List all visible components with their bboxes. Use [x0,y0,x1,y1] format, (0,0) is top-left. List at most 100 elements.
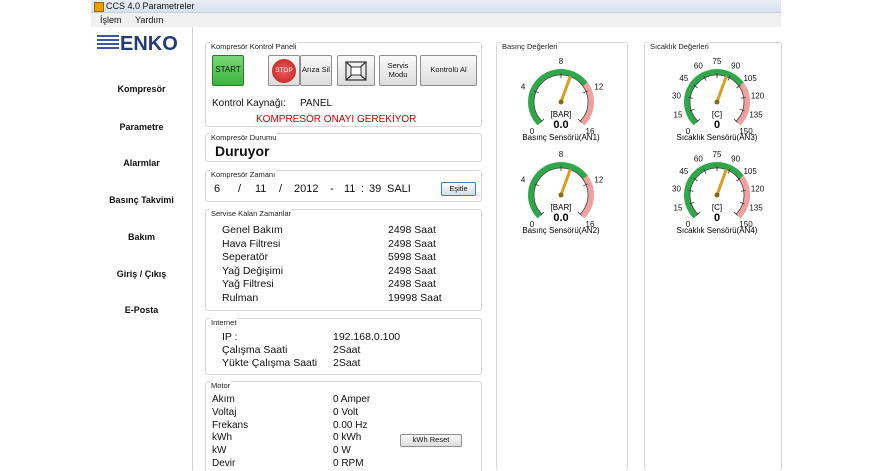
control-source-value: PANEL [300,98,333,109]
window-title: CCS 4.0 Parametreler [106,1,195,11]
time-hour: 11 [344,183,356,195]
take-control-button[interactable]: Kontrolü Al [420,55,477,86]
gauge-pivot [714,99,720,105]
gauge-sensor-label: Sıcaklık Sensörü(AN4) [677,226,758,235]
time-dash: - [330,183,334,195]
control-panel: Kompresör Kontrol Paneli START STOP Arız… [205,42,482,127]
time-sep1: / [238,183,242,195]
motor-panel: Motor Akım 0 Amper Voltaj 0 Volt Frekans 0.00… [205,381,482,471]
service-mode-button[interactable]: Servis Modu [379,55,417,86]
gauge-pivot [714,192,720,198]
internet-row-value: 2Saat [333,344,361,356]
fault-reset-button[interactable]: Arıza Sil [300,55,332,86]
gauge-value: 0 [714,212,720,224]
pressure-gauge-an1: 0481216[BAR]0.0Basınç Sensörü(AN1) [521,57,604,142]
sidebar-item-giris-cikis[interactable]: Giriş / Çıkış [91,269,192,279]
service-row-value: 19998 Saat [388,291,442,304]
motor-title: Motor [210,381,232,390]
gauge-tick-label: 120 [751,92,765,101]
sidebar-item-parametre[interactable]: Parametre [91,122,192,132]
service-row-name: Genel Bakım [222,224,283,236]
motor-row-value: 0 W [333,445,351,457]
gauge-tick-label: 60 [694,154,703,163]
time-weekday: SALI [387,183,411,195]
gauge-sensor-label: Basınç Sensörü(AN2) [522,226,600,235]
internet-row-value: 2Saat [333,357,361,369]
motor-row-value: 0 Amper [333,394,371,405]
sidebar-item-kompresor[interactable]: Kompresör [91,84,192,94]
gauge-tick-label: 45 [679,74,688,83]
time-panel: Kompresör Zamanı 6 / 11 / 2012 - 11 : 39… [205,170,482,202]
gauge-tick-label: 12 [594,82,603,91]
gauge-tick-label: 135 [749,111,763,120]
sidebar-item-e-posta[interactable]: E-Posta [91,305,192,315]
gauge-unit: [BAR] [551,203,572,212]
stop-button[interactable]: STOP [268,55,300,86]
stop-label: STOP [272,58,296,83]
service-row-name: Yağ Filtresi [222,278,274,290]
sidebar: ENKO Kompresör Parametre Alarmlar Basınç… [91,27,193,470]
service-times-panel: Servise Kalan Zamanlar Genel Bakım 2498 S… [205,209,482,311]
service-row-name: Hava Filtresi [222,237,281,250]
gauge-tick-label: 105 [743,167,757,176]
kwh-reset-button[interactable]: kWh Reset [400,434,462,447]
gauge-unit: [C] [712,110,722,119]
gauge-sensor-label: Basınç Sensörü(AN1) [522,133,600,142]
motor-row-name: Voltaj [212,406,237,418]
maintenance-icon [345,60,367,81]
sync-time-button[interactable]: Eşitle [441,182,476,196]
gauge-tick-label: 135 [749,204,763,213]
time-year: 2012 [294,183,319,195]
maintenance-icon-button[interactable] [337,55,375,86]
gauge-tick-label: 75 [713,150,722,159]
gauge-tick-label: 12 [594,175,603,184]
menu-bar: İşlem Yardım [91,13,781,27]
sidebar-item-basinc-takvimi[interactable]: Basınç Takvimi [91,195,192,205]
service-row-value: 2498 Saat [388,278,436,290]
sidebar-item-alarmlar[interactable]: Alarmlar [91,158,192,168]
internet-panel: Internet IP : 192.168.0.100 Çalışma Saati 2… [205,318,482,375]
gauge-value: 0.0 [553,119,568,131]
gauge-value: 0 [714,119,720,131]
motor-row-name: Devir [212,458,236,469]
logo-text: ENKO [120,33,178,53]
gauge-tick-label: 45 [679,167,688,176]
time-minute: 39 [369,183,382,195]
enko-logo: ENKO [97,33,178,53]
motor-row-value: 0 kWh [333,432,362,444]
service-row-value: 2498 Saat [388,224,436,236]
gauge-tick-label: 90 [731,61,740,70]
menu-yardim[interactable]: Yardım [135,13,163,27]
control-panel-title: Kompresör Kontrol Paneli [210,42,298,51]
gauge-tick-label: 8 [559,150,564,159]
sidebar-item-bakim[interactable]: Bakım [91,232,192,242]
gauge-sensor-label: Sıcaklık Sensörü(AN3) [677,133,758,142]
gauge-tick-label: 120 [751,185,765,194]
motor-row-name: kWh [212,432,232,444]
internet-row-value: 192.168.0.100 [333,331,401,343]
gauge-unit: [BAR] [551,110,572,119]
service-row-name: Seperatör [222,251,269,263]
gauge-tick-label: 30 [672,185,681,194]
start-button[interactable]: START [212,55,244,86]
time-day: 6 [214,183,221,195]
motor-row-value: 0 Volt [333,406,359,418]
gauge-pivot [558,99,564,105]
gauge-tick-label: 8 [559,57,564,66]
service-row-value: 5998 Saat [388,251,436,263]
motor-row-name: Akım [212,394,235,405]
gauge-tick-label: 15 [674,111,683,120]
motor-row-value: 0 RPM [333,458,364,469]
menu-islem[interactable]: İşlem [100,13,122,27]
gauge-needle [559,76,572,104]
approval-warning: KOMPRESÖR ONAYI GEREKİYOR [256,114,417,125]
gauge-tick-label: 4 [521,82,526,91]
internet-row-name: IP : [222,331,238,343]
motor-row-name: kW [212,445,227,457]
time-month: 11 [255,183,267,195]
motor-row-name: Frekans [212,419,249,431]
service-row-value: 2498 Saat [388,237,436,250]
gauge-needle [559,169,572,197]
gauge-tick-label: 75 [713,57,722,66]
gauge-tick-label: 4 [521,175,526,184]
